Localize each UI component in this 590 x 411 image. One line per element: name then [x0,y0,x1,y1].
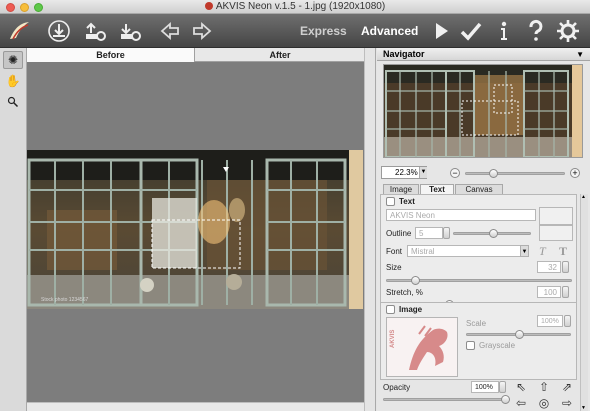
circle-center-icon[interactable]: ◎ [537,397,551,411]
italic-t-icon[interactable]: T [539,244,546,259]
image-group-title: Image [399,305,423,314]
opacity-field[interactable]: 100% [471,381,499,393]
main-toolbar: Express Advanced [0,14,590,48]
outline-label: Outline [386,229,412,238]
forward-arrow-icon[interactable] [189,18,215,44]
zoom-out-icon[interactable]: − [450,168,460,178]
outline-slider-knob[interactable] [489,229,498,238]
opacity-stepper[interactable] [499,381,506,393]
zoom-in-icon[interactable]: + [570,168,580,178]
hand-icon[interactable]: ✋ [3,72,23,90]
info-icon[interactable] [491,18,517,44]
outline-color-swatch[interactable] [539,225,573,241]
tool-palette: ✺ ✋ [0,48,27,411]
stretch-label: Stretch, % [386,288,423,297]
size-field[interactable]: 32 [537,261,561,273]
load-settings-icon[interactable] [117,18,143,44]
panel-scrollbar[interactable]: ▲ ▼ [580,194,588,411]
image-settings-group: Image AKVIS Scale 100% Grayscale [380,302,577,380]
view-tabs: Before After [27,48,364,62]
font-select[interactable]: Mistral [407,245,529,257]
gear-icon[interactable] [555,18,581,44]
stretch-field[interactable]: 100 [537,286,561,298]
bold-t-icon[interactable]: T [559,244,567,259]
navigator-header[interactable]: Navigator ▼ [377,48,590,61]
font-dropdown-icon[interactable]: ▼ [520,245,529,257]
vertical-scrollbar[interactable] [364,48,376,411]
grayscale-label: Grayscale [479,341,516,350]
arrow-right-icon[interactable]: ⇨ [560,397,574,411]
scale-label: Scale [466,319,487,328]
outline-field[interactable]: 5 [415,227,443,239]
collapse-triangle-icon[interactable]: ▼ [576,48,584,61]
size-label: Size [386,263,402,272]
advanced-mode-button[interactable]: Advanced [361,24,418,38]
zoom-row: 22.3% ▼ − + [377,164,590,182]
open-file-icon[interactable] [46,18,72,44]
image-preview[interactable]: AKVIS [386,317,458,377]
help-icon[interactable] [523,18,549,44]
scale-stepper[interactable] [564,315,571,327]
save-settings-icon[interactable] [82,18,108,44]
tab-canvas[interactable]: Canvas [455,184,503,194]
zoom-icon[interactable] [3,93,23,111]
tab-after[interactable]: After [196,48,364,62]
photo-image: Stock photo 1234567 [27,150,363,309]
opacity-label: Opacity [383,383,411,392]
play-icon[interactable] [428,18,454,44]
size-stepper[interactable] [562,261,569,273]
arrow-left-icon[interactable]: ⇦ [514,397,528,411]
text-group-title: Text [399,197,415,206]
opacity-slider-knob[interactable] [501,395,510,404]
tab-text[interactable]: Text [420,184,454,194]
panel-scrollbar-down-icon[interactable]: ▼ [581,405,586,411]
tab-image[interactable]: Image [383,184,419,194]
horse-logo-icon [409,325,448,370]
back-arrow-icon[interactable] [157,18,183,44]
logo-icon[interactable] [4,18,34,44]
panel-tabs: Image Text Canvas [377,184,590,194]
arrow-up-right-icon[interactable]: ⇗ [560,381,574,395]
zoom-dropdown-arrow-icon[interactable]: ▼ [419,167,427,178]
outline-stepper[interactable] [443,227,450,239]
panel-scrollbar-up-icon[interactable]: ▲ [581,194,586,200]
app-logo-icon [204,2,213,10]
settings-panel: Navigator ▼ 22.3% ▼ − + Image Text Canva… [377,48,590,411]
zoom-slider-track[interactable] [465,172,565,175]
font-label: Font [386,247,403,256]
arrow-up-icon[interactable]: ⇧ [537,381,551,395]
horizontal-scrollbar[interactable] [27,402,364,411]
scale-field[interactable]: 100% [537,315,563,327]
photo-watermark: Stock photo 1234567 [41,297,89,303]
image-canvas[interactable]: Stock photo 1234567 [27,62,364,402]
navigator-title: Navigator [383,49,425,59]
image-logo-text: AKVIS [390,329,396,348]
text-color-swatch[interactable] [539,207,573,225]
zoom-slider-knob[interactable] [489,169,498,178]
navigator-preview[interactable] [383,64,583,158]
checkmark-icon[interactable] [458,18,484,44]
grayscale-checkbox[interactable] [466,341,475,350]
image-enable-checkbox[interactable] [386,305,395,314]
size-slider-knob[interactable] [411,276,420,285]
opacity-slider-track[interactable] [383,398,505,401]
text-enable-checkbox[interactable] [386,197,395,206]
tab-before[interactable]: Before [27,48,195,62]
text-input[interactable]: AKVIS Neon [386,209,536,221]
scale-slider-knob[interactable] [515,330,524,339]
arrow-up-left-icon[interactable]: ⇖ [514,381,528,395]
stretch-stepper[interactable] [562,286,569,298]
window-titlebar: AKVIS Neon v.1.5 - 1.jpg (1920x1080) [0,0,590,14]
window-title: AKVIS Neon v.1.5 - 1.jpg (1920x1080) [0,1,590,12]
express-mode-button[interactable]: Express [300,24,347,38]
neon-tool-icon[interactable]: ✺ [3,51,23,69]
